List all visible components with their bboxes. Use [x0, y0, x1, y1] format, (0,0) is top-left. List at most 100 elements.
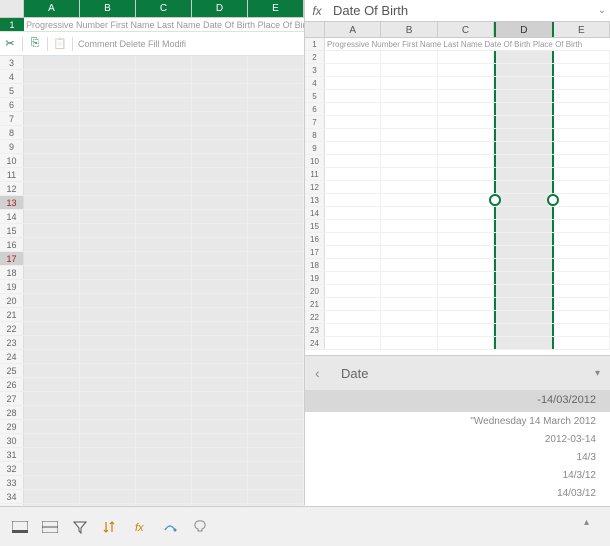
row-header[interactable]: 22 [305, 311, 325, 323]
grid-row[interactable]: 16 [0, 238, 304, 252]
row-header[interactable]: 24 [305, 337, 325, 349]
grid-row[interactable]: 24 [0, 350, 304, 364]
grid-row[interactable]: 32 [0, 462, 304, 476]
row-header[interactable]: 12 [305, 181, 325, 193]
row-header[interactable]: 4 [0, 70, 24, 83]
col-head-B[interactable]: B [80, 0, 136, 17]
grid-row[interactable]: 27 [0, 392, 304, 406]
grid-row[interactable]: 26 [0, 378, 304, 392]
grid-row[interactable]: 21 [0, 308, 304, 322]
context-menu-items[interactable]: Comment Delete Fill Modifi [75, 39, 304, 49]
row-header[interactable]: 30 [0, 434, 24, 447]
row-header[interactable]: 16 [305, 233, 325, 245]
grid-row[interactable]: 14 [0, 210, 304, 224]
date-format-option[interactable]: 2012-03-14 [305, 434, 596, 452]
sort-icon[interactable] [96, 513, 124, 541]
grid-row[interactable]: 13 [305, 194, 610, 207]
grid-row[interactable]: 33 [0, 476, 304, 490]
row-header[interactable]: 15 [305, 220, 325, 232]
grid-row[interactable]: 19 [0, 280, 304, 294]
grid-row[interactable]: 30 [0, 434, 304, 448]
sheet-view-icon[interactable] [6, 513, 34, 541]
row-header[interactable]: 10 [0, 154, 24, 167]
left-grid-body[interactable]: 3456789101112131415161718192021222324252… [0, 56, 304, 505]
grid-row[interactable]: 18 [0, 266, 304, 280]
row-header[interactable]: 10 [305, 155, 325, 167]
ideas-icon[interactable] [186, 513, 214, 541]
row-header[interactable]: 5 [0, 84, 24, 97]
grid-row[interactable]: 23 [305, 324, 610, 337]
paste-icon[interactable]: 📋 [50, 37, 70, 50]
grid-row[interactable]: 31 [0, 448, 304, 462]
row-header[interactable]: 17 [305, 246, 325, 258]
bottom-expand-icon[interactable]: ▴ [584, 517, 604, 537]
row-header[interactable]: 23 [0, 336, 24, 349]
col-head-A[interactable]: A [24, 0, 80, 17]
grid-row[interactable]: 11 [305, 168, 610, 181]
grid-row[interactable]: 6 [0, 98, 304, 112]
col-head-D[interactable]: D [192, 0, 248, 17]
right-grid-body[interactable]: 23456789101112131415161718192021222324 [305, 51, 610, 355]
grid-row[interactable]: 4 [0, 70, 304, 84]
col-head-C[interactable]: C [136, 0, 192, 17]
grid-row[interactable]: 16 [305, 233, 610, 246]
row-header[interactable]: 20 [0, 294, 24, 307]
row-header[interactable]: 7 [305, 116, 325, 128]
right-select-all-corner[interactable] [305, 22, 325, 37]
grid-row[interactable]: 24 [305, 337, 610, 350]
col-head-E[interactable]: E [248, 0, 304, 17]
grid-row[interactable]: 15 [0, 224, 304, 238]
row-header[interactable]: 15 [0, 224, 24, 237]
row-header[interactable]: 8 [0, 126, 24, 139]
row-header[interactable]: 8 [305, 129, 325, 141]
row-header[interactable]: 19 [305, 272, 325, 284]
row-header[interactable]: 16 [0, 238, 24, 251]
grid-row[interactable]: 8 [0, 126, 304, 140]
grid-row[interactable]: 17 [305, 246, 610, 259]
grid-row[interactable]: 17 [0, 252, 304, 266]
row-header[interactable]: 14 [0, 210, 24, 223]
grid-row[interactable]: 8 [305, 129, 610, 142]
grid-row[interactable]: 13 [0, 196, 304, 210]
date-selected-format[interactable]: -14/03/2012 [305, 390, 610, 412]
grid-row[interactable]: 3 [305, 64, 610, 77]
formula-expand-icon[interactable]: ⌄ [594, 5, 610, 16]
grid-row[interactable]: 12 [305, 181, 610, 194]
dropdown-icon[interactable]: ▾ [580, 368, 600, 379]
grid-row[interactable]: 2 [305, 51, 610, 64]
grid-row[interactable]: 34 [0, 490, 304, 504]
row-header[interactable]: 24 [0, 350, 24, 363]
row-header[interactable]: 19 [0, 280, 24, 293]
row-header[interactable]: 9 [0, 140, 24, 153]
row-header[interactable]: 2 [305, 51, 325, 63]
row-header[interactable]: 17 [0, 252, 24, 265]
select-all-corner[interactable] [0, 0, 24, 17]
rcol-head-C[interactable]: C [438, 22, 494, 37]
date-format-option[interactable]: "Wednesday 14 March 2012 [305, 416, 596, 434]
row-header[interactable]: 6 [0, 98, 24, 111]
grid-row[interactable]: 11 [0, 168, 304, 182]
grid-row[interactable]: 23 [0, 336, 304, 350]
right-header-cells[interactable]: Progressive Number First Name Last Name … [325, 38, 610, 50]
copy-icon[interactable]: ⎘ [25, 37, 45, 50]
row-header[interactable]: 3 [305, 64, 325, 76]
grid-row[interactable]: 3 [0, 56, 304, 70]
cut-icon[interactable]: ✂ [0, 37, 20, 50]
row-header[interactable]: 13 [0, 196, 24, 209]
grid-row[interactable]: 9 [0, 140, 304, 154]
row-header[interactable]: 4 [305, 77, 325, 89]
row-header[interactable]: 26 [0, 378, 24, 391]
row-header[interactable]: 22 [0, 322, 24, 335]
grid-row[interactable]: 7 [305, 116, 610, 129]
ink-icon[interactable] [156, 513, 184, 541]
row-header[interactable]: 13 [305, 194, 325, 206]
row-header[interactable]: 6 [305, 103, 325, 115]
row-header[interactable]: 18 [305, 259, 325, 271]
grid-row[interactable]: 10 [305, 155, 610, 168]
grid-row[interactable]: 14 [305, 207, 610, 220]
grid-row[interactable]: 5 [305, 90, 610, 103]
selection-handle[interactable] [547, 194, 559, 206]
formula-value[interactable]: Date Of Birth [329, 3, 594, 18]
row-header[interactable]: 23 [305, 324, 325, 336]
rcol-head-D[interactable]: D [494, 22, 553, 37]
